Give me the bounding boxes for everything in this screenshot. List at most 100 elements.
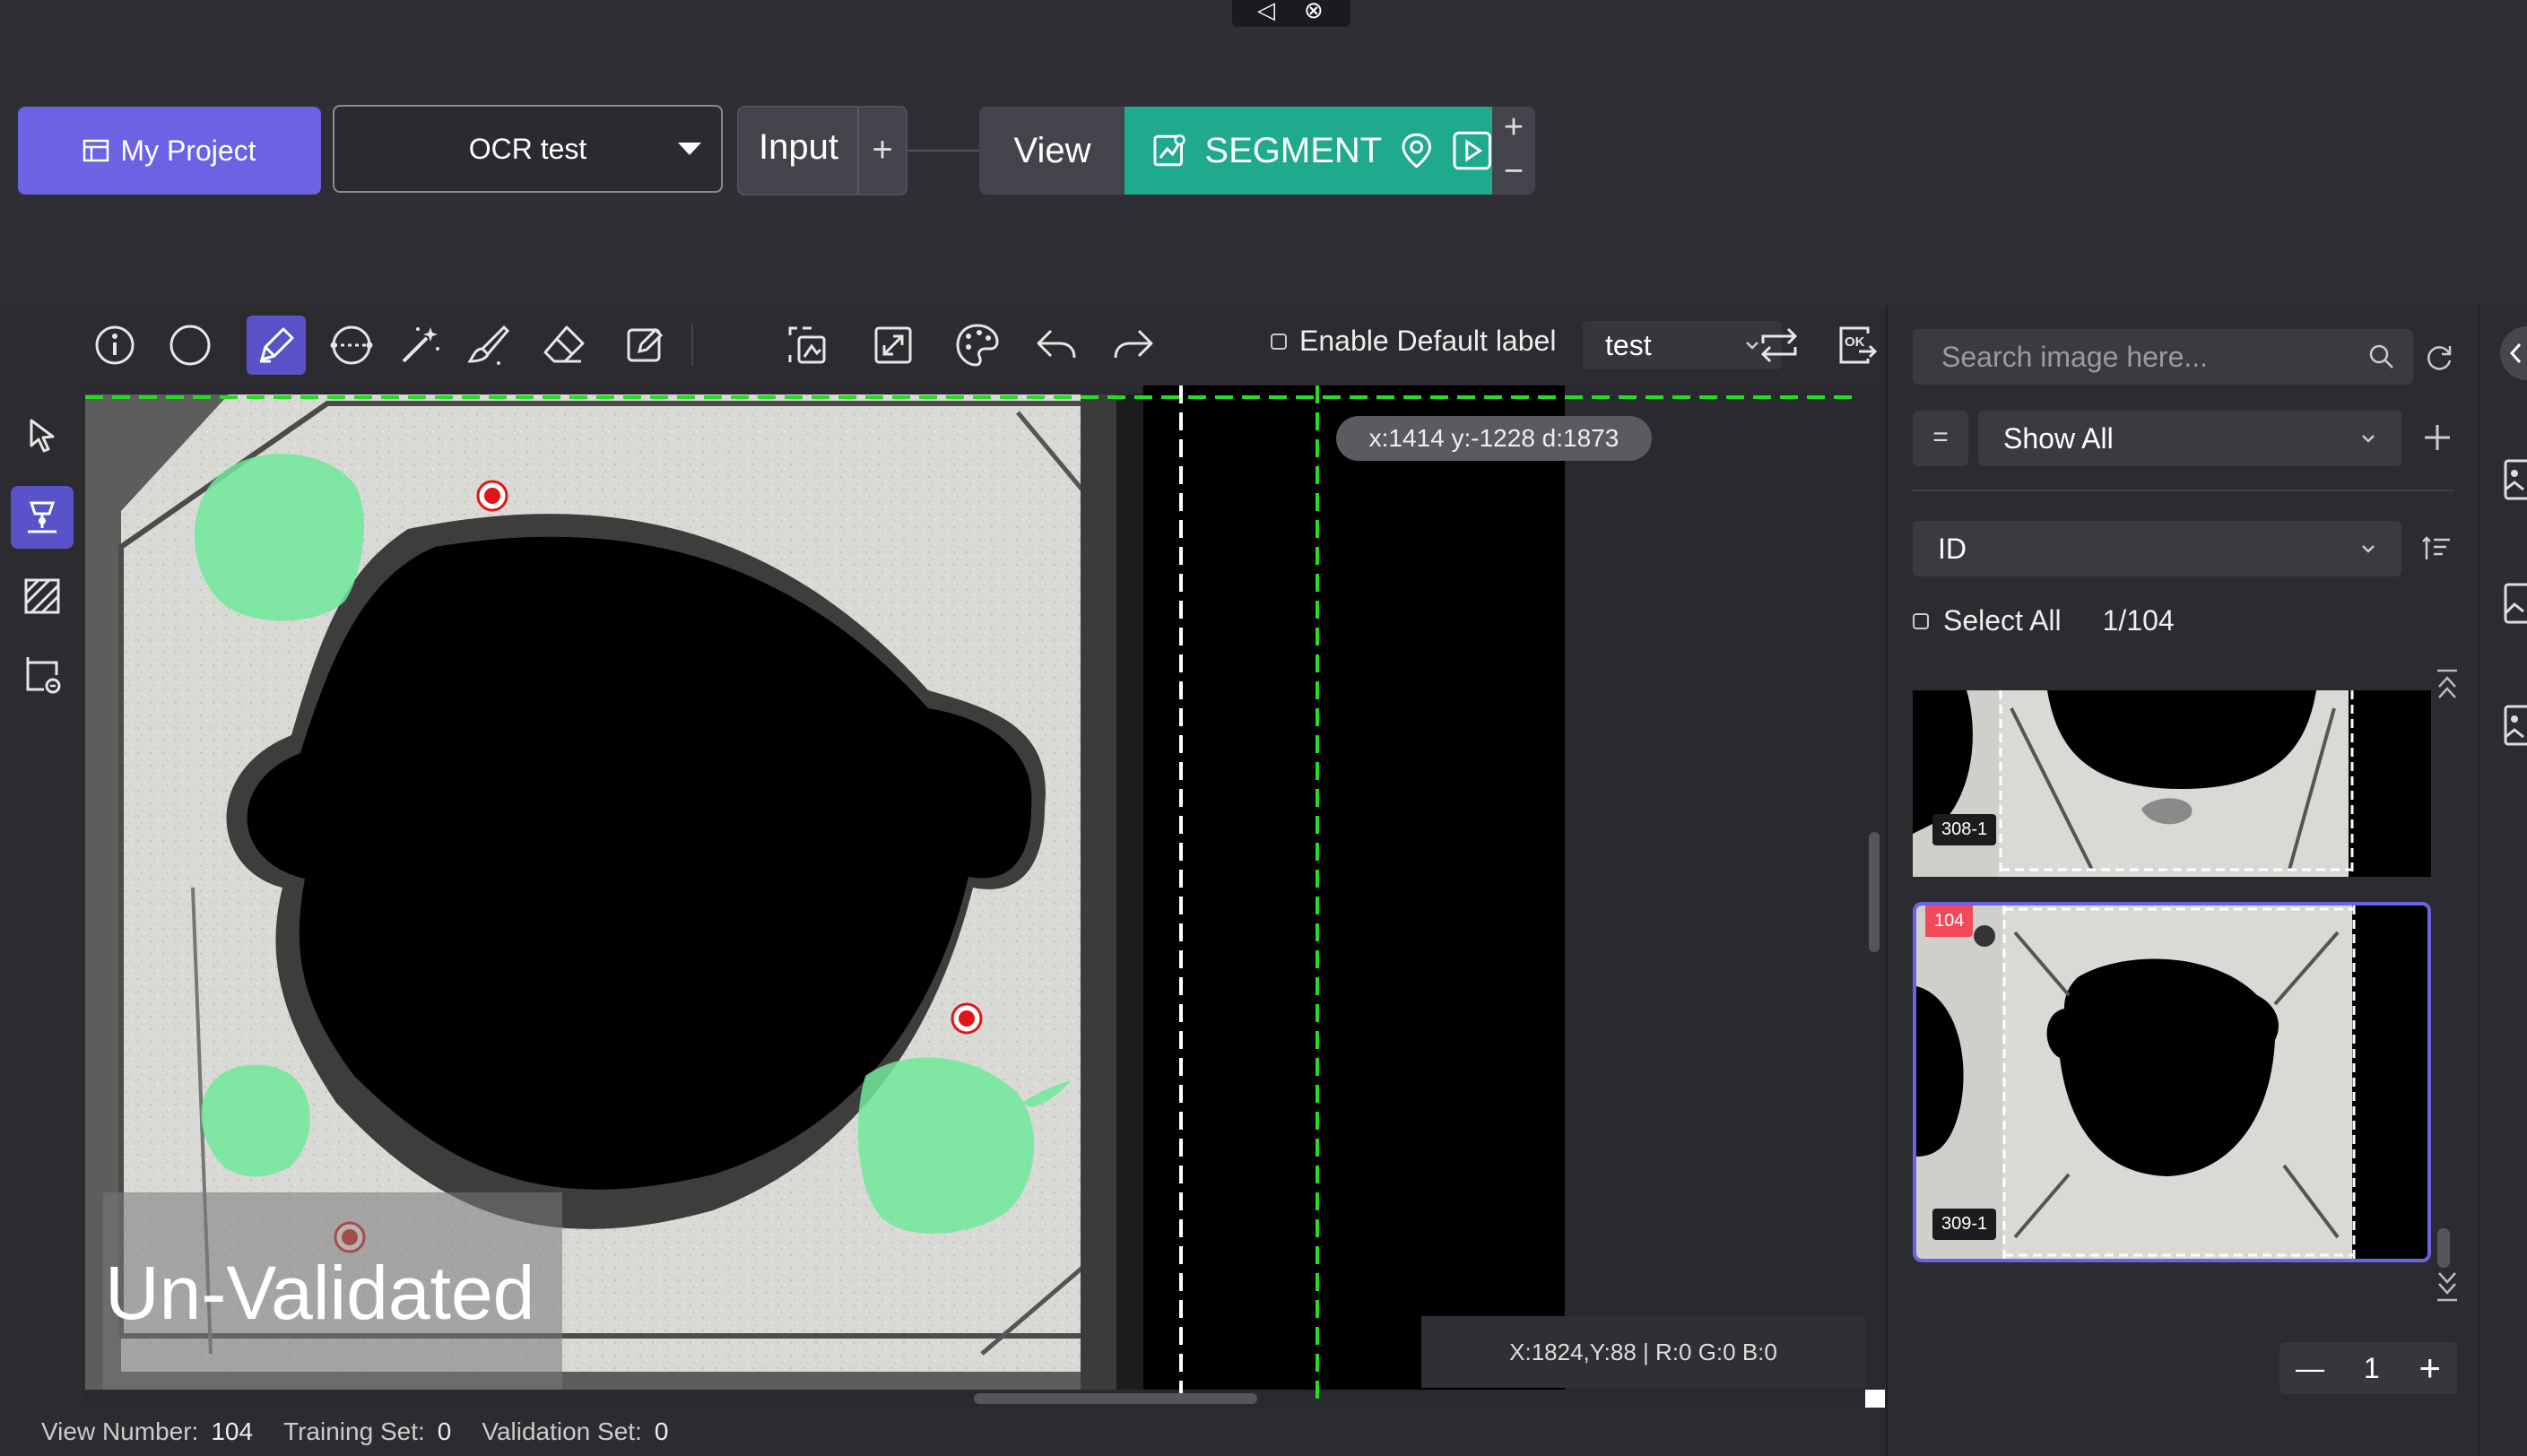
- select-all-checkbox[interactable]: [1913, 612, 1929, 629]
- thumbnail-label: 308-1: [1932, 814, 1997, 845]
- ok-export-icon: OK: [1839, 326, 1878, 364]
- annotation-toolbar: Enable Default label test OK: [85, 305, 1886, 386]
- anchor-tool[interactable]: [11, 486, 74, 549]
- edit-tool[interactable]: [616, 316, 675, 375]
- add-filter-icon[interactable]: [2421, 421, 2453, 454]
- ok-export-button[interactable]: OK: [1828, 316, 1888, 375]
- cursor-readout: x:1414 y:-1228 d:1873: [1336, 416, 1652, 461]
- validation-status-overlay: Un-Validated: [103, 1192, 562, 1390]
- scroll-to-top-icon[interactable]: [2434, 667, 2461, 712]
- select-all-toggle[interactable]: Select All 1/104: [1913, 604, 2175, 637]
- magic-wand-tool[interactable]: [390, 316, 449, 375]
- close-icon[interactable]: ⊗: [1304, 0, 1324, 24]
- pointer-icon: [30, 419, 55, 453]
- node-connector: [907, 150, 979, 152]
- sort-select[interactable]: ID: [1913, 521, 2401, 576]
- sort-order-icon[interactable]: [2421, 533, 2453, 565]
- enable-default-label-toggle[interactable]: Enable Default label: [1271, 325, 1556, 358]
- image-list-panel: [1886, 305, 2479, 1456]
- panel-divider: [1913, 490, 2454, 491]
- eraser-tool[interactable]: [534, 316, 593, 375]
- segment-node[interactable]: SEGMENT: [1125, 107, 1492, 195]
- svg-text:OK: OK: [1845, 334, 1865, 350]
- swap-button[interactable]: [1750, 316, 1809, 375]
- undo-icon: [1037, 329, 1076, 359]
- canvas-horizontal-scrollbar[interactable]: [974, 1393, 1257, 1404]
- project-select[interactable]: OCR test: [333, 105, 723, 193]
- project-icon: [83, 139, 109, 162]
- page-plus-button[interactable]: +: [2418, 1347, 2441, 1390]
- window-controls: ◁ ⊗: [1232, 0, 1350, 27]
- training-set-value: 0: [437, 1417, 452, 1445]
- image-stack-icon[interactable]: [2502, 703, 2527, 748]
- page-minus-button[interactable]: —: [2296, 1352, 2324, 1385]
- hatch-tool[interactable]: [11, 565, 74, 628]
- pen-icon: [260, 327, 294, 363]
- image-edit-icon[interactable]: [2502, 581, 2527, 626]
- auto-label-button[interactable]: [777, 316, 837, 375]
- info-button[interactable]: [85, 316, 144, 375]
- speaker-mute-icon[interactable]: ◁: [1257, 0, 1275, 24]
- page-number[interactable]: 1: [2364, 1352, 2380, 1385]
- fit-view-button[interactable]: [864, 316, 923, 375]
- brush-tool[interactable]: [458, 316, 517, 375]
- filter-select[interactable]: Show All: [1978, 411, 2401, 466]
- undo-button[interactable]: [1027, 316, 1086, 375]
- view-number-label: View Number:: [41, 1417, 199, 1445]
- chevron-down-icon: [2362, 435, 2375, 443]
- page-stepper[interactable]: — 1 +: [2280, 1342, 2457, 1394]
- ellipse-tool[interactable]: [161, 316, 220, 375]
- node-minus-button[interactable]: −: [1492, 151, 1535, 195]
- canvas-vertical-scrollbar[interactable]: [1869, 832, 1880, 952]
- sort-select-value: ID: [1938, 533, 1967, 565]
- filter-operator-button[interactable]: =: [1913, 411, 1968, 466]
- filter-select-value: Show All: [2003, 422, 2114, 455]
- swap-icon: [1760, 327, 1798, 363]
- pointer-tool[interactable]: [11, 403, 74, 466]
- default-label-value: test: [1605, 329, 1652, 361]
- fit-icon: [874, 326, 912, 364]
- my-project-button[interactable]: My Project: [18, 107, 321, 195]
- chevron-down-icon: [2362, 545, 2375, 553]
- refresh-icon[interactable]: [2423, 341, 2455, 373]
- eraser-icon: [543, 325, 585, 363]
- validation-set-value: 0: [654, 1417, 669, 1445]
- palette-button[interactable]: [948, 316, 1007, 375]
- thumbnail-card-selected[interactable]: 104 309-1: [1913, 902, 2431, 1262]
- pen-tool[interactable]: [247, 316, 306, 375]
- run-icon[interactable]: [1452, 130, 1492, 171]
- node-plus-button[interactable]: +: [1492, 107, 1535, 151]
- thumbnail-scrollbar[interactable]: [2437, 1228, 2450, 1268]
- pixel-info-readout: X:1824,Y:88 | R:0 G:0 B:0: [1421, 1316, 1865, 1388]
- project-select-value: OCR test: [468, 132, 587, 165]
- redo-button[interactable]: [1104, 316, 1163, 375]
- input-node[interactable]: Input +: [737, 106, 907, 195]
- anchor-icon: [28, 501, 56, 533]
- image-icon[interactable]: [2502, 457, 2527, 502]
- thumbnail-card[interactable]: 308-1: [1913, 690, 2431, 877]
- segment-icon: [1153, 134, 1185, 167]
- scroll-to-bottom-icon[interactable]: [2434, 1264, 2461, 1309]
- thumbnail-image: [1913, 690, 2431, 877]
- auto-label-icon: [788, 326, 826, 364]
- thumbnail-label: 309-1: [1932, 1209, 1997, 1240]
- default-label-checkbox[interactable]: [1271, 333, 1287, 350]
- polygon-icon: [330, 325, 373, 365]
- brush-icon: [467, 325, 510, 365]
- roi-tool[interactable]: [11, 644, 74, 706]
- palette-icon: [956, 324, 999, 367]
- search-icon[interactable]: [2367, 342, 2396, 371]
- validation-set-label: Validation Set:: [482, 1417, 642, 1445]
- ellipse-icon: [169, 325, 211, 366]
- redo-icon: [1114, 329, 1153, 359]
- view-number-value: 104: [211, 1417, 254, 1445]
- polygon-tool[interactable]: [322, 316, 381, 375]
- input-add-button[interactable]: +: [857, 108, 906, 194]
- location-pin-icon[interactable]: [1398, 131, 1435, 170]
- node-zoom-controls: + −: [1492, 107, 1535, 195]
- enable-default-label-text: Enable Default label: [1299, 325, 1557, 357]
- image-search-input[interactable]: Search image here...: [1913, 329, 2413, 385]
- left-toolbar: [0, 305, 86, 1408]
- view-node[interactable]: View: [979, 107, 1125, 195]
- thumbnail-image: [1916, 906, 2427, 1259]
